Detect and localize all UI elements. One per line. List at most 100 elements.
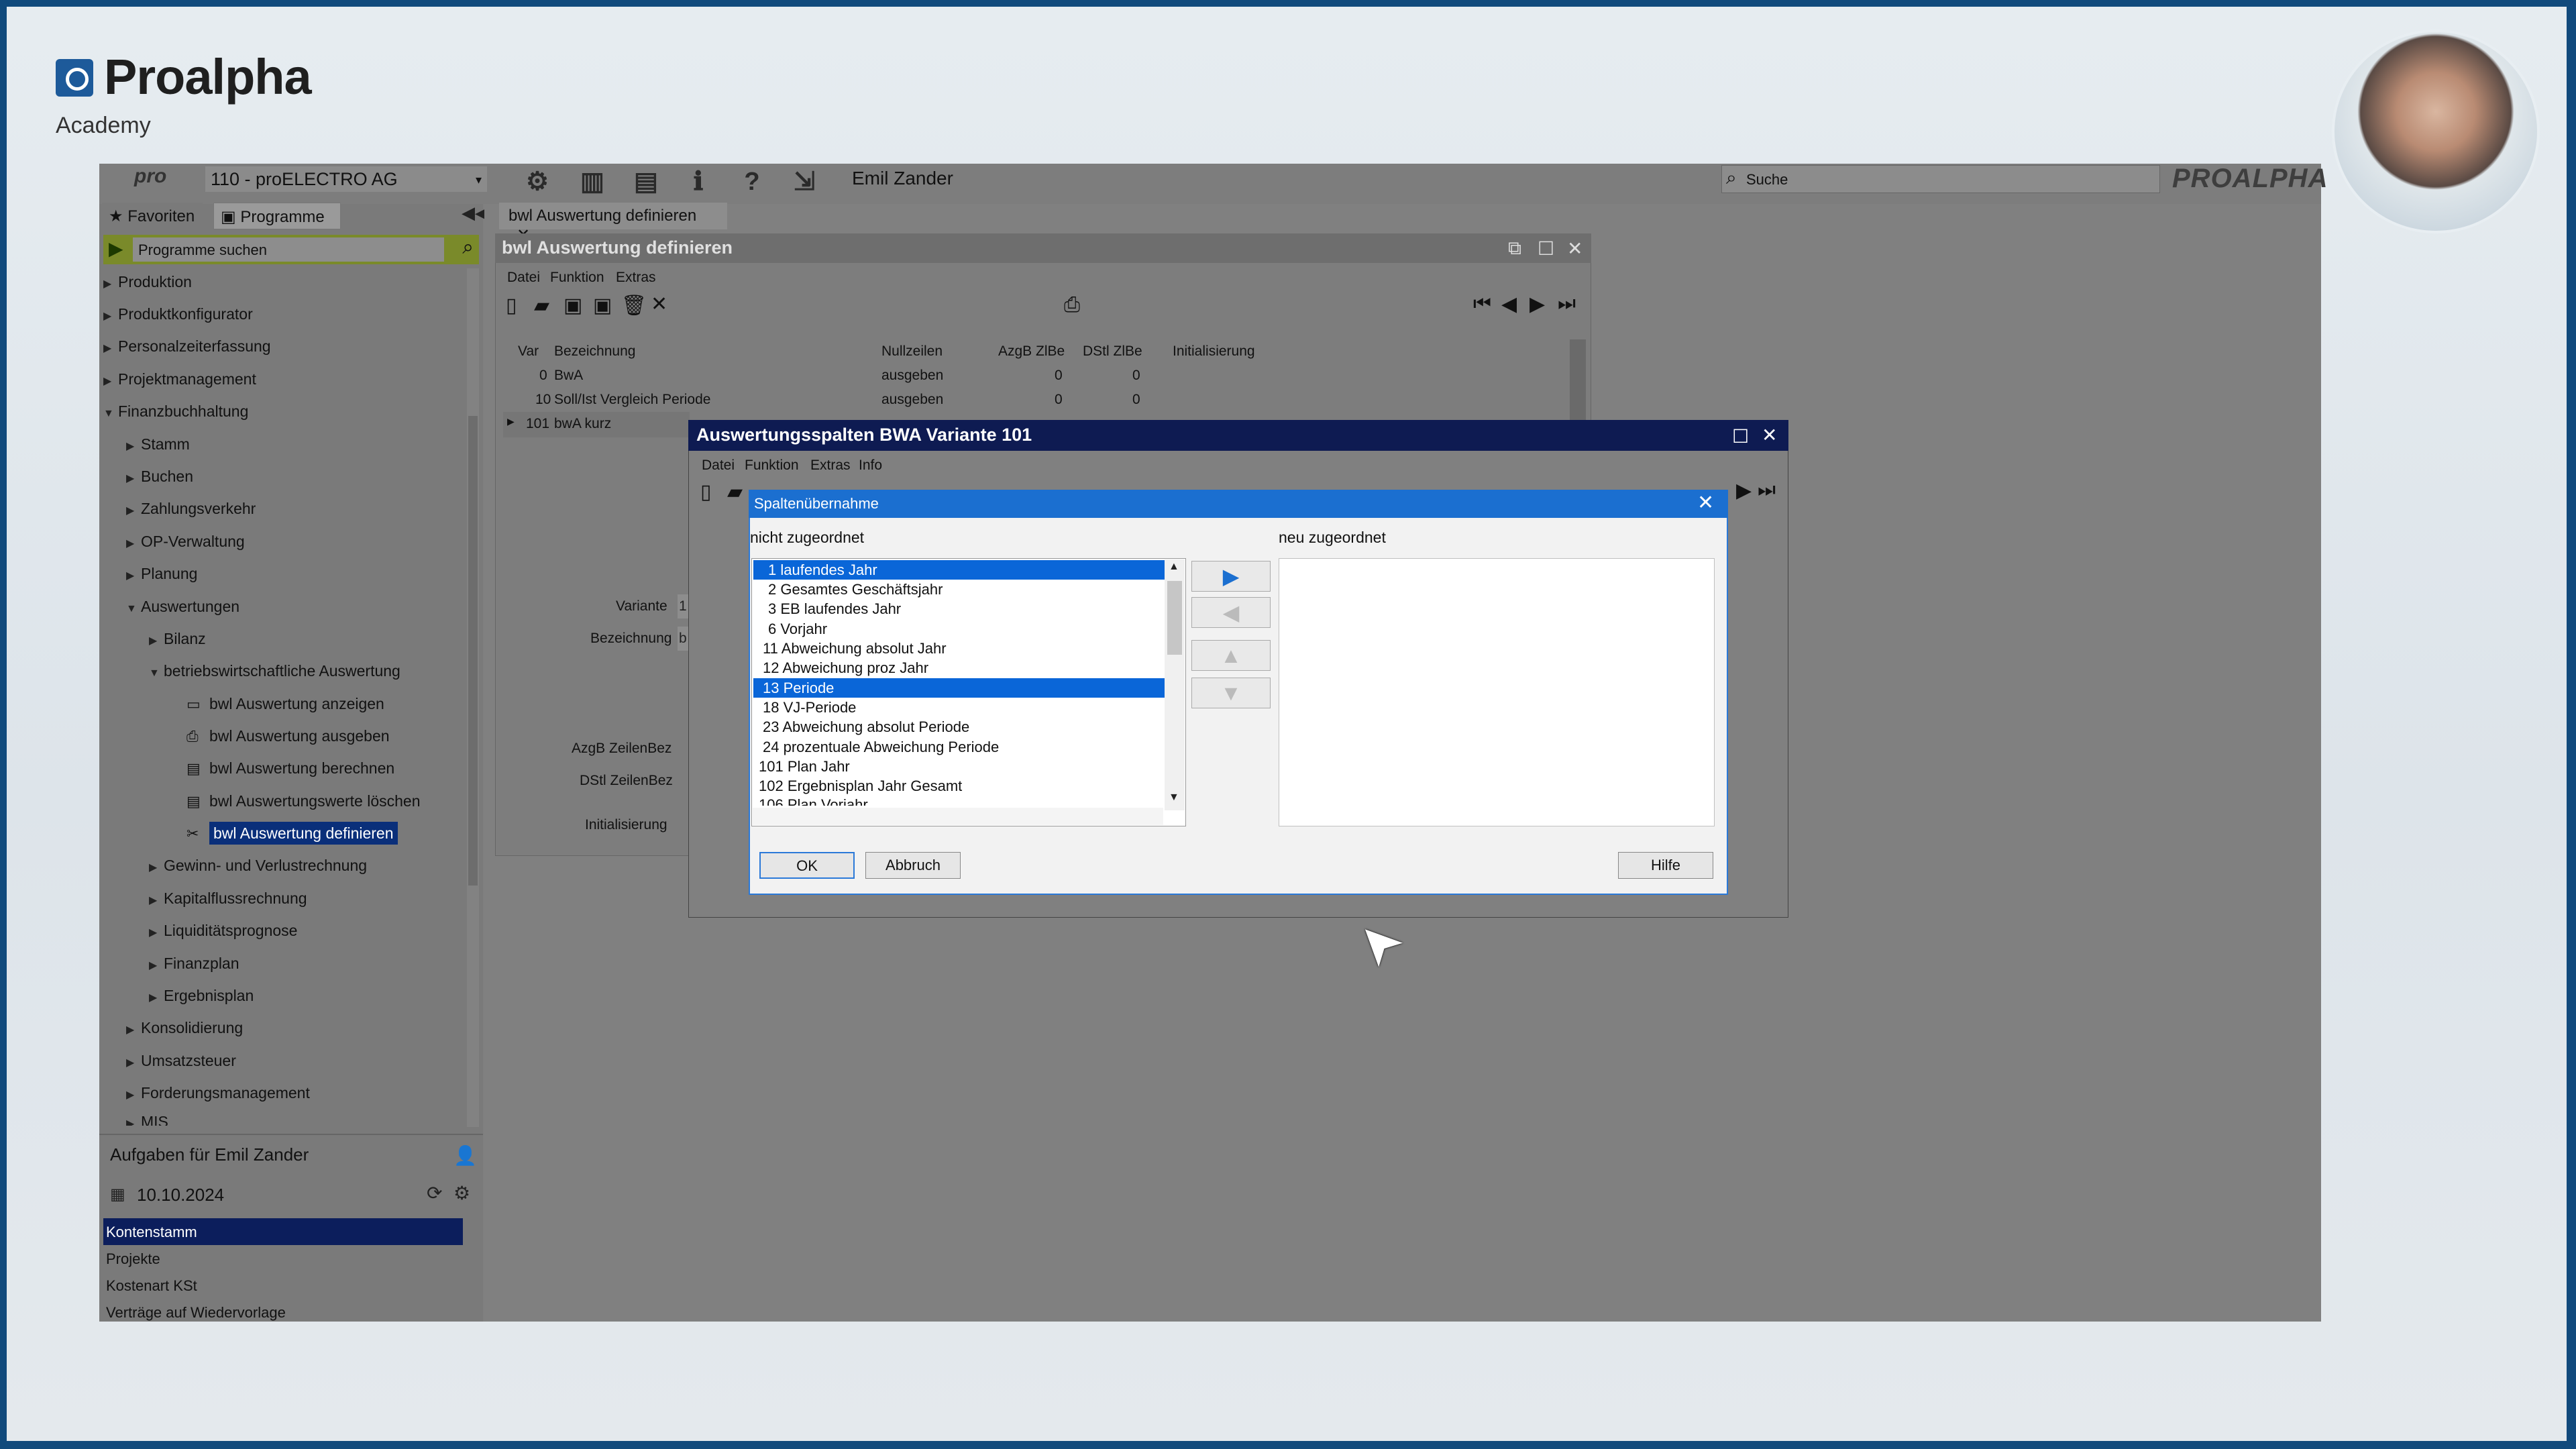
- tree-item[interactable]: ▶ Liquiditätsprognose: [149, 917, 297, 944]
- move-right-button[interactable]: ▶: [1191, 561, 1271, 592]
- column-header-init[interactable]: Initialisierung: [1173, 343, 1255, 360]
- tab-favorites[interactable]: ★ Favoriten: [102, 203, 203, 229]
- info-icon[interactable]: ℹ: [683, 166, 714, 197]
- tree-item[interactable]: ▶ Stamm: [126, 431, 190, 458]
- table-cell[interactable]: 0: [1055, 392, 1063, 408]
- column-header-nullzeilen[interactable]: Nullzeilen: [881, 343, 943, 360]
- grid-scrollbar[interactable]: [1570, 339, 1586, 420]
- settings-icon[interactable]: ⚙: [453, 1182, 470, 1204]
- tree-item[interactable]: ▶ Finanzplan: [149, 950, 239, 977]
- user-icon[interactable]: 👤: [453, 1144, 477, 1167]
- list-item[interactable]: 18 VJ-Periode: [753, 698, 1165, 717]
- list-horizontal-scrollbar[interactable]: [753, 808, 1163, 825]
- tree-item[interactable]: ▶ Projektmanagement: [103, 366, 256, 392]
- list-scrollbar-thumb[interactable]: [1167, 581, 1182, 655]
- maximize-icon[interactable]: ☐: [1538, 237, 1554, 260]
- menu-extras[interactable]: Extras: [616, 270, 656, 286]
- table-cell[interactable]: Soll/Ist Vergleich Periode: [554, 392, 710, 408]
- help-icon[interactable]: ?: [737, 166, 767, 197]
- column-header-dstl[interactable]: DStl ZlBe: [1083, 343, 1142, 360]
- menu-datei[interactable]: Datei: [507, 270, 540, 286]
- print-icon[interactable]: ⎙: [1064, 294, 1080, 317]
- tree-item[interactable]: ▶ Gewinn- und Verlustrechnung: [149, 852, 367, 879]
- ok-button[interactable]: OK: [759, 852, 855, 879]
- move-up-button[interactable]: ▲: [1191, 640, 1271, 671]
- tree-item[interactable]: ▭ bwl Auswertung anzeigen: [186, 690, 384, 717]
- tree-item[interactable]: ▶ Produktkonfigurator: [103, 301, 253, 327]
- scroll-down-icon[interactable]: ▼: [1169, 792, 1179, 804]
- tree-item[interactable]: ▶ Personalzeiterfassung: [103, 333, 271, 360]
- list-item[interactable]: 101 Plan Jahr: [753, 757, 1165, 776]
- list-item[interactable]: 2 Gesamtes Geschäftsjahr: [753, 580, 1165, 599]
- new-icon[interactable]: ▯: [700, 480, 712, 504]
- open-icon[interactable]: ▰: [534, 294, 549, 317]
- column-header-var[interactable]: Var: [518, 343, 539, 360]
- delete-icon[interactable]: 🗑: [621, 294, 647, 317]
- task-item[interactable]: Projekte: [103, 1245, 463, 1272]
- table-cell[interactable]: BwA: [554, 368, 583, 384]
- tree-item[interactable]: ▼ Auswertungen: [126, 593, 239, 620]
- columns-icon[interactable]: ▥: [577, 166, 608, 197]
- list-item[interactable]: 6 Vorjahr: [753, 619, 1165, 639]
- menu-extras[interactable]: Extras: [810, 458, 851, 474]
- play-icon[interactable]: ▶: [109, 237, 123, 260]
- table-cell[interactable]: bwA kurz: [554, 416, 611, 432]
- program-search-input[interactable]: Programme suchen: [133, 237, 444, 262]
- tree-item[interactable]: ▤ bwl Auswertungswerte löschen: [186, 788, 421, 814]
- maximize-icon[interactable]: ☐: [1732, 425, 1749, 447]
- tree-item[interactable]: ▼ Finanzbuchhaltung: [103, 398, 248, 425]
- tree-item[interactable]: ▼ betriebswirtschaftliche Auswertung: [149, 657, 400, 684]
- task-item[interactable]: Verträge auf Wiedervorlage: [103, 1299, 463, 1326]
- table-cell[interactable]: 101: [526, 416, 549, 432]
- list-item[interactable]: 23 Abweichung absolut Periode: [753, 717, 1165, 737]
- assigned-list[interactable]: [1279, 558, 1715, 826]
- table-cell[interactable]: 10: [535, 392, 551, 408]
- layout-icon[interactable]: ▤: [631, 166, 661, 197]
- unassigned-list[interactable]: 1 laufendes Jahr 2 Gesamtes Geschäftsjah…: [751, 558, 1186, 826]
- list-item[interactable]: 24 prozentuale Abweichung Periode: [753, 737, 1165, 757]
- cancel-button[interactable]: Abbruch: [865, 852, 961, 879]
- table-cell[interactable]: 0: [1055, 368, 1063, 384]
- first-record-icon[interactable]: ⏮: [1473, 292, 1491, 315]
- tree-item[interactable]: ▶ Kapitalflussrechnung: [149, 885, 307, 912]
- tree-item[interactable]: ▶ Produktion: [103, 268, 192, 295]
- new-icon[interactable]: ▯: [506, 294, 517, 317]
- table-cell[interactable]: 0: [539, 368, 547, 384]
- list-item[interactable]: 11 Abweichung absolut Jahr: [753, 639, 1165, 658]
- table-cell[interactable]: 0: [1132, 368, 1140, 384]
- refresh-icon[interactable]: ⟳: [427, 1182, 442, 1204]
- task-item[interactable]: Kontenstamm: [103, 1218, 463, 1245]
- last-record-icon[interactable]: ⏭: [1758, 479, 1776, 502]
- list-item[interactable]: 102 Ergebnisplan Jahr Gesamt: [753, 776, 1165, 796]
- menu-funktion[interactable]: Funktion: [550, 270, 604, 286]
- close-icon[interactable]: ✕: [1567, 237, 1582, 260]
- menu-info[interactable]: Info: [859, 458, 882, 474]
- bezeichnung-field[interactable]: b: [678, 627, 688, 651]
- help-button[interactable]: Hilfe: [1618, 852, 1713, 879]
- menu-funktion[interactable]: Funktion: [745, 458, 799, 474]
- list-item[interactable]: 12 Abweichung proz Jahr: [753, 658, 1165, 678]
- tree-item[interactable]: ▶ Umsatzsteuer: [126, 1047, 236, 1074]
- restore-icon[interactable]: ⧉: [1508, 237, 1521, 260]
- save-icon[interactable]: ▣: [564, 294, 582, 317]
- tree-scrollbar-thumb[interactable]: [468, 416, 478, 885]
- logout-icon[interactable]: ⇲: [789, 166, 820, 197]
- main-tab[interactable]: bwl Auswertung definieren ✕: [499, 203, 727, 244]
- search-icon[interactable]: ⌕: [462, 236, 474, 259]
- cancel-icon[interactable]: ✕: [651, 292, 667, 316]
- tree-item[interactable]: ▶ OP-Verwaltung: [126, 528, 245, 555]
- tree-item[interactable]: ▶ Forderungsmanagement: [126, 1079, 310, 1106]
- tree-item[interactable]: ▶ Buchen: [126, 463, 193, 490]
- last-record-icon[interactable]: ⏭: [1558, 292, 1576, 315]
- close-icon[interactable]: ✕: [1762, 424, 1777, 446]
- menu-datei[interactable]: Datei: [702, 458, 735, 474]
- tree-item[interactable]: ▶ Bilanz: [149, 625, 206, 652]
- variante-field[interactable]: 1: [678, 594, 688, 619]
- list-item[interactable]: 1 laufendes Jahr: [753, 560, 1165, 580]
- company-select[interactable]: 110 - proELECTRO AG ▾: [205, 166, 487, 192]
- tree-item[interactable]: ⎙ bwl Auswertung ausgeben: [186, 722, 390, 749]
- list-item[interactable]: 106 Plan Vorjahr: [753, 795, 1165, 806]
- move-left-button[interactable]: ◀: [1191, 597, 1271, 628]
- column-header-azgb[interactable]: AzgB ZlBe: [998, 343, 1065, 360]
- tree-item[interactable]: ▶ Zahlungsverkehr: [126, 495, 256, 522]
